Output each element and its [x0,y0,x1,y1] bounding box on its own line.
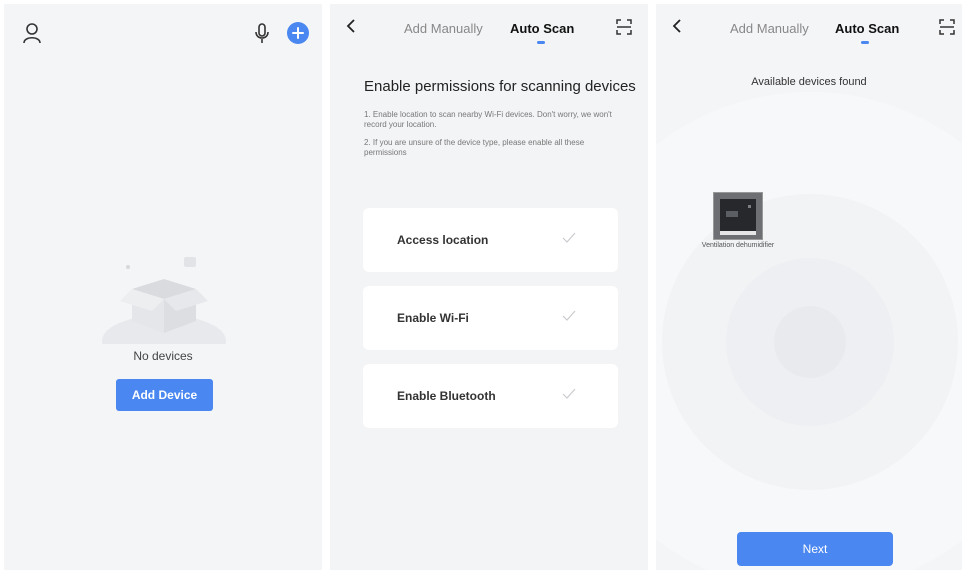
header: Add Manually Auto Scan [330,4,648,48]
permission-note-1: 1. Enable location to scan nearby Wi-Fi … [364,110,612,129]
permissions-screen: Add Manually Auto Scan Enable permission… [330,4,648,570]
device-label: Ventilation dehumidifier [701,242,775,249]
permission-label: Enable Wi-Fi [397,311,469,325]
permission-card-location[interactable]: Access location [363,208,618,272]
permission-label: Enable Bluetooth [397,389,496,403]
check-icon [562,388,576,399]
page-title: Available devices found [751,76,867,88]
check-icon [562,310,576,321]
back-icon[interactable] [344,18,358,34]
active-tab-indicator [537,41,545,44]
permission-card-bluetooth[interactable]: Enable Bluetooth [363,364,618,428]
tab-auto-scan[interactable]: Auto Scan [510,21,574,36]
back-icon[interactable] [670,18,684,34]
tab-add-manually[interactable]: Add Manually [404,21,483,36]
tab-auto-scan[interactable]: Auto Scan [835,21,899,36]
device-thumbnail[interactable] [713,192,763,240]
header: Add Manually Auto Scan [656,4,962,48]
scan-icon[interactable] [939,19,955,35]
device-image [720,199,756,235]
next-button[interactable]: Next [737,532,893,566]
page-title: Enable permissions for scanning devices [364,78,636,95]
check-icon [562,232,576,243]
add-device-button[interactable]: Add Device [116,379,213,411]
radar-center [774,306,846,378]
scan-screen: Add Manually Auto Scan Available devices… [656,4,962,570]
permission-note-2: 2. If you are unsure of the device type,… [364,138,585,157]
active-tab-indicator [861,41,869,44]
permission-label: Access location [397,233,489,247]
user-icon[interactable] [22,22,42,44]
empty-box-illustration [102,257,226,344]
scan-icon[interactable] [616,19,632,35]
empty-state-text: No devices [133,349,193,363]
tab-add-manually[interactable]: Add Manually [730,21,809,36]
microphone-icon[interactable] [254,22,270,44]
add-icon[interactable] [287,22,309,44]
permission-card-wifi[interactable]: Enable Wi-Fi [363,286,618,350]
home-screen: No devices Add Device [4,4,322,570]
